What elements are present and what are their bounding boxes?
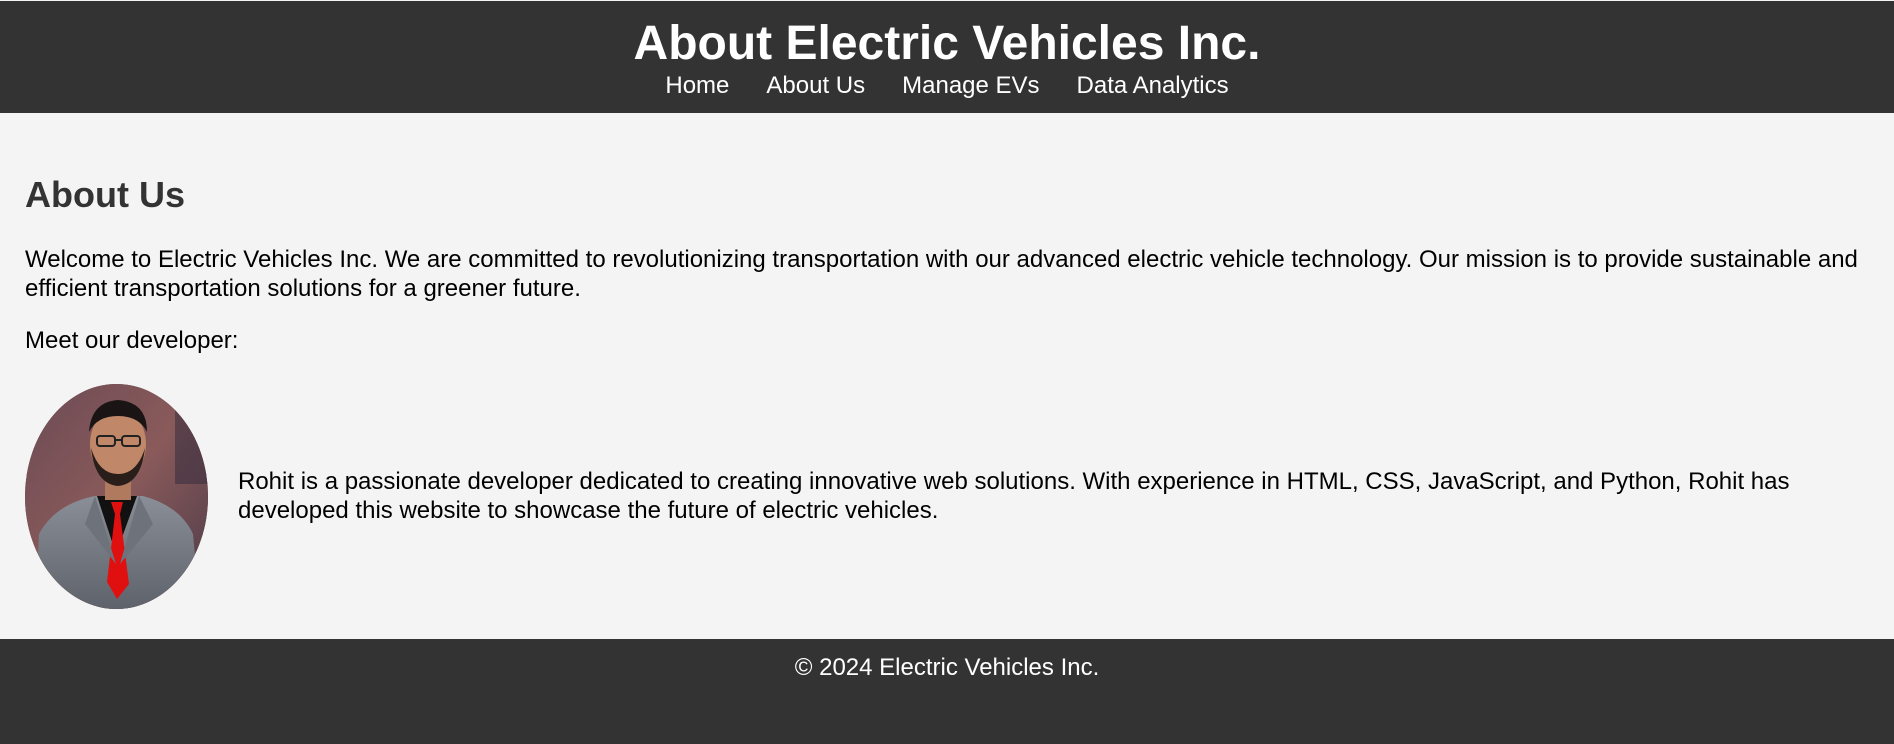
nav-link-data-analytics[interactable]: Data Analytics [1077, 71, 1229, 101]
meet-developer-text: Meet our developer: [25, 327, 239, 354]
nav-link-about-us[interactable]: About Us [766, 71, 865, 101]
intro-paragraph: Welcome to Electric Vehicles Inc. We are… [25, 246, 1858, 302]
site-footer: © 2024 Electric Vehicles Inc. [0, 639, 1894, 744]
site-header: About Electric Vehicles Inc. Home About … [0, 1, 1894, 113]
developer-bio: Rohit is a passionate developer dedicate… [238, 468, 1790, 524]
site-title: About Electric Vehicles Inc. [633, 17, 1261, 70]
nav-link-home[interactable]: Home [665, 71, 729, 101]
nav-link-manage-evs[interactable]: Manage EVs [902, 71, 1039, 101]
developer-portrait-icon [25, 384, 208, 609]
footer-copyright: © 2024 Electric Vehicles Inc. [794, 654, 1100, 681]
main-nav: Home About Us Manage EVs Data Analytics [0, 71, 1894, 101]
section-heading: About Us [25, 174, 185, 215]
developer-photo [25, 384, 208, 609]
